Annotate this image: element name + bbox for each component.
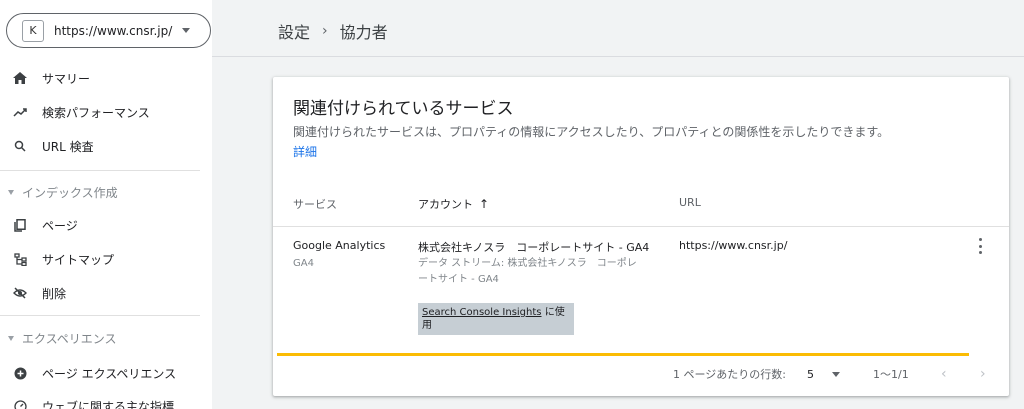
nav-item-pages[interactable]: ページ [0,209,212,241]
table-divider [273,226,1009,227]
row-account-sub-line1: データ ストリーム: 株式会社キノスラ コーポレ [418,258,637,269]
add-circle-icon [12,367,28,380]
nav-item-web-vitals[interactable]: ウェブに関する主な指標 [0,390,212,409]
rows-per-page-value[interactable]: 5 [807,364,814,384]
property-selector[interactable]: K https://www.cnsr.jp/ [6,13,211,48]
home-icon [12,72,28,84]
section-label-indexing: インデックス作成 [22,185,118,200]
highlight-bar [277,353,969,356]
sidebar-divider [0,315,200,316]
nav-item-url-inspection[interactable]: URL 検査 [0,130,212,162]
associated-services-card: 関連付けられているサービス 関連付けられたサービスは、プロパティの情報にアクセス… [273,77,1009,396]
sort-ascending-icon[interactable]: ↑ [479,197,489,211]
column-header-service: サービス [293,198,337,211]
search-icon [12,140,28,152]
card-description: 関連付けられたサービスは、プロパティの情報にアクセスしたり、プロパティとの関係性… [293,125,890,139]
more-options-icon[interactable] [974,238,986,254]
sitemap-icon [12,252,28,266]
column-header-account[interactable]: アカウント ↑ [418,196,489,212]
details-link[interactable]: 詳細 [293,143,317,160]
sidebar-divider [0,170,200,171]
nav-item-performance[interactable]: 検索パフォーマンス [0,96,212,128]
nav-item-summary[interactable]: サマリー [0,62,212,94]
nav-label-page-experience: ページ エクスペリエンス [42,366,177,381]
rows-per-page-dropdown[interactable] [832,364,840,384]
nav-item-sitemaps[interactable]: サイトマップ [0,243,212,275]
nav-label-summary: サマリー [42,71,91,86]
row-account-sub-line2: ートサイト - GA4 [418,274,499,285]
breadcrumb-parent[interactable]: 設定 [278,19,310,43]
card-title: 関連付けられているサービス [293,99,514,119]
row-service-sub: GA4 [293,258,314,269]
speed-icon [12,399,28,409]
caret-down-icon [8,189,14,195]
row-service: Google Analytics [293,239,386,252]
property-url: https://www.cnsr.jp/ [54,23,173,38]
row-url: https://www.cnsr.jp/ [679,239,788,252]
section-experience[interactable]: エクスペリエンス [0,326,212,350]
sidebar: K https://www.cnsr.jp/ サマリー 検索パフォーマンス UR… [0,0,212,409]
nav-label-web-vitals: ウェブに関する主な指標 [42,399,175,409]
trending-up-icon [12,107,28,117]
breadcrumb-current: 協力者 [339,23,388,42]
caret-down-icon [8,335,14,341]
breadcrumb-separator: › [322,23,328,39]
nav-label-url-inspection: URL 検査 [42,139,94,154]
property-logo: K [22,19,44,42]
chip-suffix-line2: 用 [422,320,432,331]
section-indexing[interactable]: インデックス作成 [0,180,212,204]
nav-item-removals[interactable]: 削除 [0,277,212,309]
nav-label-sitemaps: サイトマップ [42,252,115,267]
previous-page-button[interactable]: ‹ [941,366,947,382]
page-header: 設定 › 協力者 [212,0,1024,57]
rows-per-page-label: 1 ページあたりの行数: [673,368,786,381]
pages-icon [12,218,28,232]
chip-suffix-line1: に使 [541,307,565,318]
next-page-button[interactable]: › [980,366,986,382]
nav-label-pages: ページ [42,218,78,233]
nav-item-page-experience[interactable]: ページ エクスペリエンス [0,357,212,389]
column-header-account-label: アカウント [418,198,473,211]
column-header-url: URL [679,196,701,209]
caret-down-icon [832,371,840,377]
search-console-insights-link[interactable]: Search Console Insights [422,307,542,318]
dropdown-caret-icon [182,28,190,33]
pagination-range: 1〜1/1 [873,368,909,381]
nav-label-removals: 削除 [42,286,67,301]
section-label-experience: エクスペリエンス [22,331,117,346]
breadcrumb: 設定 › 協力者 [278,19,388,43]
nav-label-performance: 検索パフォーマンス [42,105,150,120]
insights-chip: Search Console Insights に使 用 [418,303,574,335]
row-account: 株式会社キノスラ コーポレートサイト - GA4 [418,241,650,254]
visibility-off-icon [12,287,28,299]
